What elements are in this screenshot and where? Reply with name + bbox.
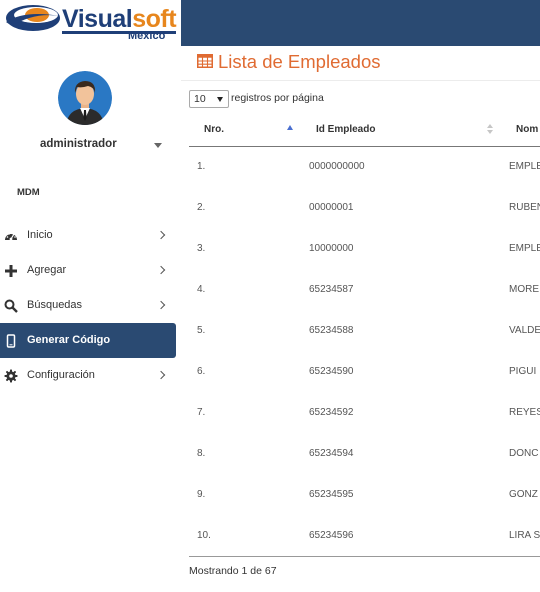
logo-word-visual: Visual — [62, 5, 133, 33]
chevron-right-icon — [156, 300, 166, 310]
cell-id-empleado: 10000000 — [309, 243, 354, 254]
table-row[interactable]: 1. 0000000000 EMPLE — [189, 146, 540, 187]
sidebar-section-title: MDM — [17, 187, 40, 198]
sidebar-item-label: Generar Código — [27, 334, 111, 346]
plus-icon — [5, 265, 17, 277]
table-row[interactable]: 7. 65234592 REYES — [189, 392, 540, 433]
cell-nro: 2. — [197, 202, 206, 213]
page-title: Lista de Empleados — [218, 51, 381, 72]
cell-nro: 6. — [197, 366, 206, 377]
logo-subtitle: México — [128, 30, 166, 42]
cell-nombre: REYES — [509, 407, 540, 418]
mobile-icon — [6, 334, 16, 348]
cell-nro: 8. — [197, 448, 206, 459]
sidebar-item-label: Inicio — [27, 229, 53, 241]
cell-nro: 7. — [197, 407, 206, 418]
column-header-nombre[interactable]: Nom — [501, 113, 540, 147]
cell-id-empleado: 65234587 — [309, 284, 354, 295]
sidebar-item-configuracion[interactable]: Configuración — [0, 358, 176, 393]
sidebar-item-generar-codigo[interactable]: Generar Código — [0, 323, 176, 358]
table-row[interactable]: 6. 65234590 PIGUI — [189, 351, 540, 392]
chevron-right-icon — [156, 370, 166, 380]
cell-nro: 5. — [197, 325, 206, 336]
table-icon — [197, 54, 213, 68]
table-row[interactable]: 9. 65234595 GONZ — [189, 474, 540, 515]
sidebar-item-label: Configuración — [27, 369, 95, 381]
cell-nombre: MORE — [509, 284, 539, 295]
table-row[interactable]: 4. 65234587 MORE — [189, 269, 540, 310]
cell-nombre: RUBEN — [509, 202, 540, 213]
page-length-label: registros por página — [231, 92, 324, 104]
cell-id-empleado: 0000000000 — [309, 161, 365, 173]
username[interactable]: administrador — [40, 138, 117, 150]
column-header-nro[interactable]: Nro. — [189, 113, 301, 147]
table-row[interactable]: 8. 65234594 DONC — [189, 433, 540, 474]
table-row[interactable]: 10. 65234596 LIRA S — [189, 515, 540, 557]
sidebar-item-busquedas[interactable]: Búsquedas — [0, 288, 176, 323]
logo-wordmark: Visualsoft — [62, 5, 177, 33]
brand-logo[interactable]: Visualsoft México — [0, 0, 181, 46]
page-length-value: 10 — [194, 93, 206, 105]
logo-swoosh-icon — [6, 5, 60, 31]
cell-nombre: EMPLE — [509, 243, 540, 254]
cell-id-empleado: 65234590 — [309, 366, 354, 377]
cell-id-empleado: 65234588 — [309, 325, 354, 336]
column-header-label: Nro. — [204, 123, 224, 135]
chevron-right-icon — [156, 230, 166, 240]
chevron-down-icon[interactable] — [154, 143, 162, 148]
table-info: Mostrando 1 de 67 — [189, 565, 277, 577]
cell-id-empleado: 65234596 — [301, 515, 501, 557]
logo-word-soft: soft — [132, 5, 177, 33]
cell-nro: 4. — [197, 284, 206, 295]
chevron-right-icon — [156, 265, 166, 275]
cell-nro: 1. — [197, 161, 206, 173]
cell-nombre: LIRA S — [501, 515, 540, 557]
sidebar-item-label: Búsquedas — [27, 299, 83, 311]
dashboard-icon — [5, 232, 17, 241]
cell-nombre: EMPLE — [509, 161, 540, 173]
cell-nombre: GONZ — [509, 489, 538, 500]
page-length-select[interactable]: 10 — [189, 90, 229, 108]
search-icon — [4, 299, 18, 313]
main-content: Lista de Empleados 10 registros por pági… — [181, 46, 540, 592]
avatar[interactable] — [58, 71, 112, 125]
column-header-id-empleado[interactable]: Id Empleado — [301, 113, 501, 147]
cell-nombre: DONC — [509, 448, 539, 459]
sidebar: administrador MDM Inicio Agregar Búsqued… — [0, 46, 181, 592]
employees-table: Nro. Id Empleado Nom 1. 0000000000 EMPLE 2… — [189, 113, 540, 557]
page-header: Lista de Empleados — [181, 46, 540, 81]
column-header-label: Id Empleado — [316, 123, 376, 135]
column-header-label: Nom — [516, 123, 539, 135]
sidebar-item-inicio[interactable]: Inicio — [0, 218, 176, 253]
table-row[interactable]: 2. 00000001 RUBEN — [189, 187, 540, 228]
cell-nro: 10. — [189, 515, 301, 557]
table-row[interactable]: 3. 10000000 EMPLE — [189, 228, 540, 269]
cell-nombre: VALDE — [509, 325, 540, 336]
caret-down-icon — [217, 97, 223, 102]
cell-id-empleado: 00000001 — [309, 202, 354, 213]
sidebar-item-label: Agregar — [27, 264, 67, 276]
table-row[interactable]: 5. 65234588 VALDE — [189, 310, 540, 351]
cell-id-empleado: 65234595 — [309, 489, 354, 500]
gear-icon — [4, 369, 18, 383]
cell-id-empleado: 65234592 — [309, 407, 354, 418]
sort-both-icon — [487, 130, 493, 134]
sidebar-item-agregar[interactable]: Agregar — [0, 253, 176, 288]
sort-both-icon — [487, 124, 493, 128]
user-avatar-icon — [58, 71, 112, 125]
cell-id-empleado: 65234594 — [309, 448, 354, 459]
cell-nro: 3. — [197, 243, 206, 254]
sort-ascending-icon — [287, 125, 293, 130]
cell-nombre: PIGUI — [509, 366, 537, 377]
table-header-row: Nro. Id Empleado Nom — [189, 113, 540, 147]
cell-nro: 9. — [197, 489, 206, 500]
